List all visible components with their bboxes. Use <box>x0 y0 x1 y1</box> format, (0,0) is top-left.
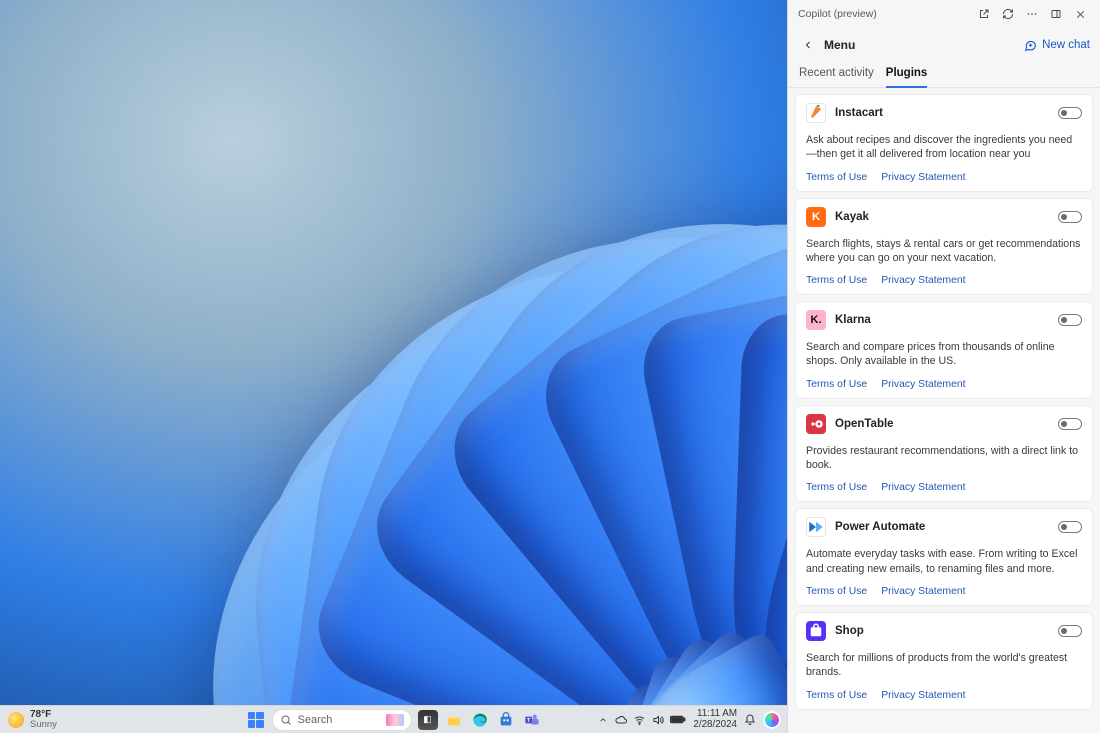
plugin-name: Shop <box>835 625 1049 637</box>
weather-widget[interactable]: 78°F Sunny <box>0 710 57 730</box>
taskbar-center: Search ◧ T <box>246 709 542 731</box>
edge-button[interactable] <box>470 710 490 730</box>
close-button[interactable] <box>1068 3 1092 25</box>
new-chat-label: New chat <box>1042 39 1090 51</box>
onedrive-icon <box>615 714 627 726</box>
plugin-terms-link[interactable]: Terms of Use <box>806 690 867 701</box>
plugin-privacy-link[interactable]: Privacy Statement <box>881 586 965 597</box>
plugin-terms-link[interactable]: Terms of Use <box>806 275 867 286</box>
new-chat-button[interactable]: New chat <box>1024 39 1090 52</box>
plugin-name: Kayak <box>835 211 1049 223</box>
search-accent-icon <box>386 714 404 726</box>
plugin-icon <box>806 621 826 641</box>
plugin-name: Power Automate <box>835 521 1049 533</box>
tray-expand-button[interactable] <box>598 715 608 725</box>
desktop-wallpaper <box>0 0 787 705</box>
plugin-terms-link[interactable]: Terms of Use <box>806 379 867 390</box>
plugin-toggle[interactable] <box>1058 211 1082 223</box>
taskbar-search[interactable]: Search <box>272 709 412 731</box>
panel-titlebar: Copilot (preview) <box>788 0 1100 28</box>
plugin-name: Instacart <box>835 107 1049 119</box>
sun-icon <box>8 712 24 728</box>
dock-button[interactable] <box>1044 3 1068 25</box>
refresh-button[interactable] <box>996 3 1020 25</box>
copilot-button[interactable] <box>763 711 781 729</box>
taskbar: 78°F Sunny Search ◧ T <box>0 705 787 733</box>
plugin-name: OpenTable <box>835 418 1049 430</box>
panel-tabs: Recent activity Plugins <box>788 62 1100 88</box>
task-view-button[interactable]: ◧ <box>418 710 438 730</box>
file-explorer-button[interactable] <box>444 710 464 730</box>
plugin-privacy-link[interactable]: Privacy Statement <box>881 172 965 183</box>
teams-button[interactable]: T <box>522 710 542 730</box>
plugin-terms-link[interactable]: Terms of Use <box>806 172 867 183</box>
plugin-description: Search for millions of products from the… <box>806 651 1082 680</box>
tab-recent-activity[interactable]: Recent activity <box>799 62 874 87</box>
store-button[interactable] <box>496 710 516 730</box>
back-button[interactable] <box>798 35 818 55</box>
plugin-card: K Kayak Search flights, stays & rental c… <box>795 198 1093 296</box>
plugin-terms-link[interactable]: Terms of Use <box>806 586 867 597</box>
search-icon <box>280 714 292 726</box>
app-title: Copilot (preview) <box>796 8 972 20</box>
open-external-button[interactable] <box>972 3 996 25</box>
clock-time: 11:11 AM <box>693 709 737 719</box>
plugin-icon: K. <box>806 310 826 330</box>
plugins-list: Instacart Ask about recipes and discover… <box>788 88 1100 733</box>
copilot-panel: Copilot (preview) Menu New chat Recent a… <box>787 0 1100 733</box>
plugin-description: Search flights, stays & rental cars or g… <box>806 237 1082 266</box>
plugin-card: K. Klarna Search and compare prices from… <box>795 301 1093 399</box>
plugin-privacy-link[interactable]: Privacy Statement <box>881 690 965 701</box>
plugin-toggle[interactable] <box>1058 107 1082 119</box>
panel-subheader: Menu New chat <box>788 28 1100 62</box>
plugin-card: Power Automate Automate everyday tasks w… <box>795 508 1093 606</box>
plugin-toggle[interactable] <box>1058 625 1082 637</box>
battery-icon <box>670 714 686 725</box>
plugin-description: Ask about recipes and discover the ingre… <box>806 133 1082 162</box>
more-button[interactable] <box>1020 3 1044 25</box>
plugin-icon <box>806 103 826 123</box>
plugin-terms-link[interactable]: Terms of Use <box>806 482 867 493</box>
wifi-icon <box>633 714 646 726</box>
chat-plus-icon <box>1024 39 1037 52</box>
plugin-description: Automate everyday tasks with ease. From … <box>806 547 1082 576</box>
wallpaper-bloom <box>117 5 787 705</box>
clock-date: 2/28/2024 <box>693 720 737 730</box>
plugin-toggle[interactable] <box>1058 314 1082 326</box>
taskbar-right: 11:11 AM 2/28/2024 <box>598 709 781 730</box>
plugin-card: OpenTable Provides restaurant recommenda… <box>795 405 1093 503</box>
plugin-privacy-link[interactable]: Privacy Statement <box>881 379 965 390</box>
plugin-privacy-link[interactable]: Privacy Statement <box>881 482 965 493</box>
plugin-toggle[interactable] <box>1058 521 1082 533</box>
taskbar-clock[interactable]: 11:11 AM 2/28/2024 <box>693 709 737 730</box>
plugin-name: Klarna <box>835 314 1049 326</box>
plugin-toggle[interactable] <box>1058 418 1082 430</box>
plugin-card: Instacart Ask about recipes and discover… <box>795 94 1093 192</box>
plugin-icon <box>806 517 826 537</box>
tab-plugins[interactable]: Plugins <box>886 62 928 88</box>
search-placeholder: Search <box>298 714 333 726</box>
weather-cond: Sunny <box>30 719 57 730</box>
plugin-privacy-link[interactable]: Privacy Statement <box>881 275 965 286</box>
plugin-card: Shop Search for millions of products fro… <box>795 612 1093 710</box>
plugin-description: Provides restaurant recommendations, wit… <box>806 444 1082 473</box>
volume-icon <box>652 714 664 726</box>
start-button[interactable] <box>246 710 266 730</box>
menu-label: Menu <box>824 38 855 52</box>
notifications-button[interactable] <box>744 714 756 726</box>
system-tray[interactable] <box>615 714 686 726</box>
plugin-icon: K <box>806 207 826 227</box>
plugin-icon <box>806 414 826 434</box>
plugin-description: Search and compare prices from thousands… <box>806 340 1082 369</box>
